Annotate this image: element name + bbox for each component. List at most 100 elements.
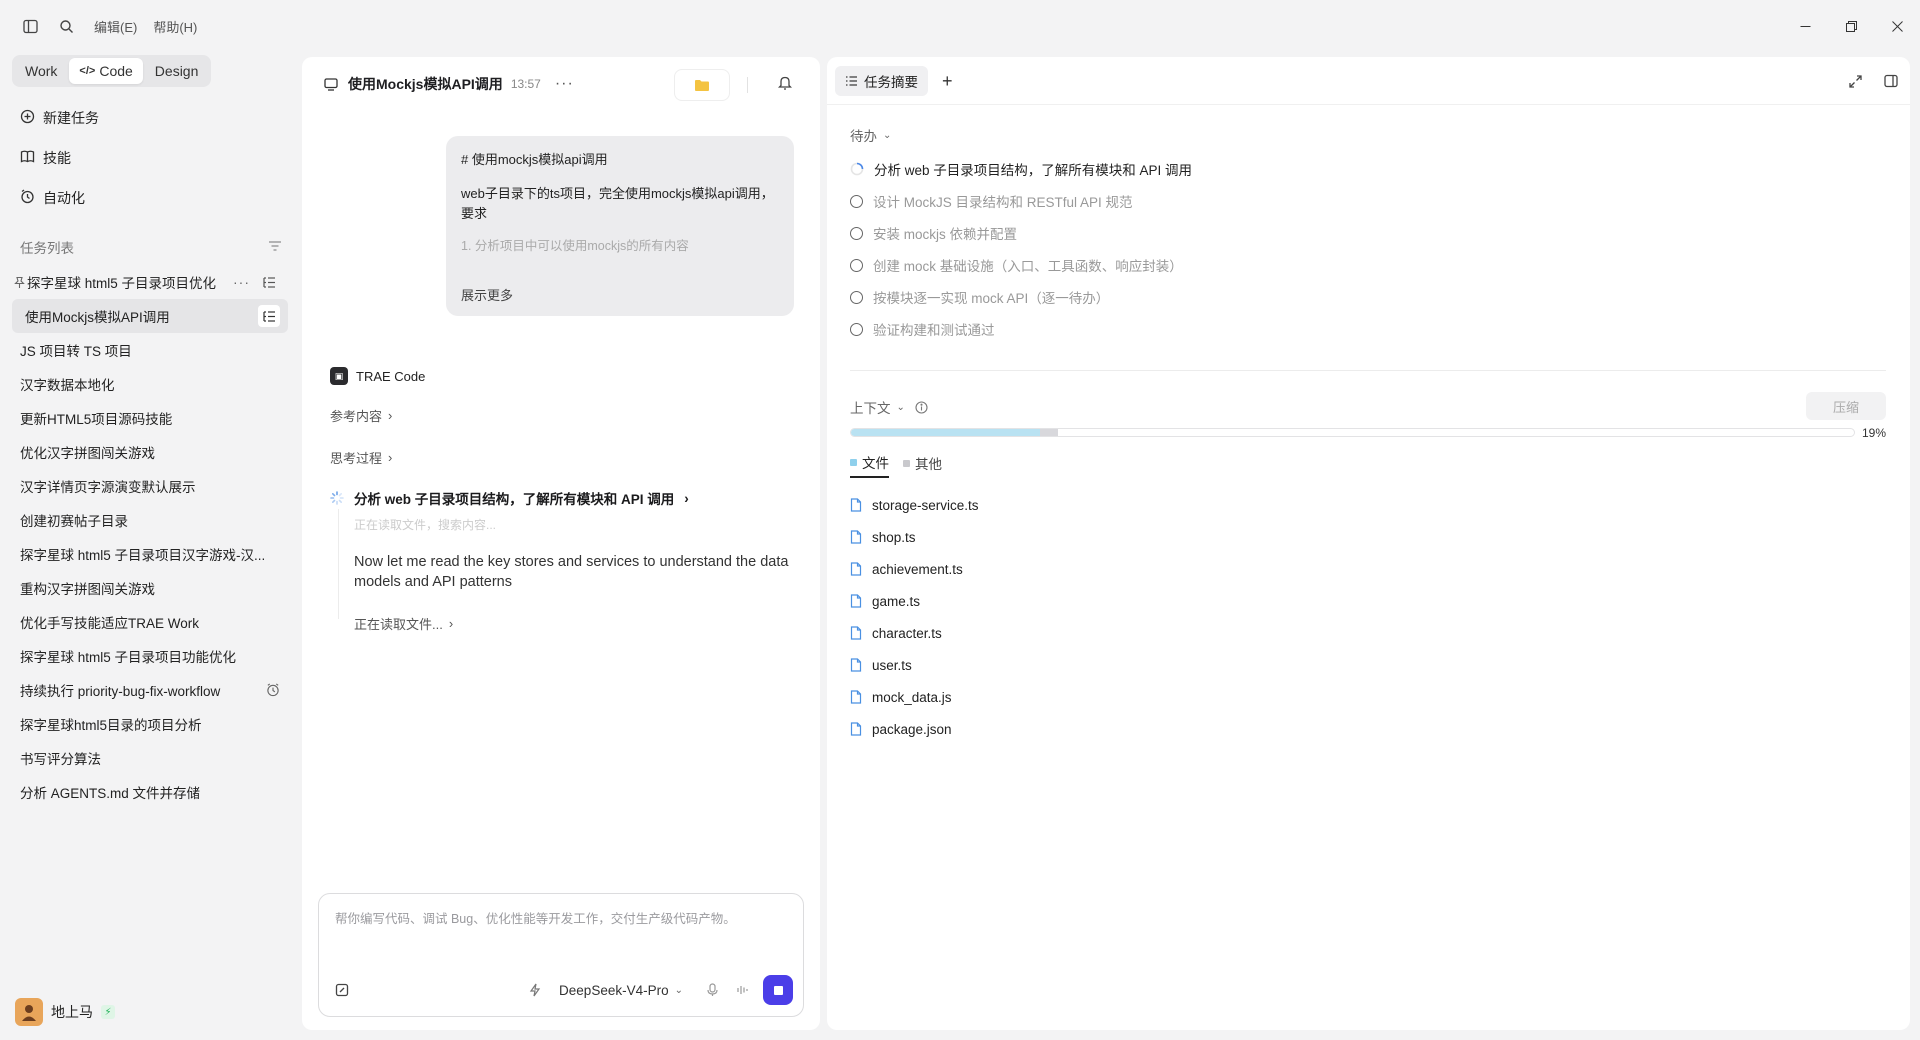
pin-icon	[14, 276, 25, 289]
task-label: 探字星球 html5 子目录项目汉字游戏-汉...	[20, 548, 266, 563]
file-item[interactable]: package.json	[850, 713, 979, 745]
file-name: mock_data.js	[872, 689, 952, 705]
user-profile[interactable]: 地上马 ⚡	[15, 998, 115, 1026]
task-label: 书写评分算法	[20, 752, 101, 767]
sidebar-nav: 新建任务 技能 自动化	[12, 98, 288, 218]
voice-wave-icon[interactable]	[736, 984, 749, 996]
mode-design-label: Design	[154, 63, 199, 79]
task-detail-icon[interactable]	[258, 305, 280, 327]
folder-button[interactable]	[674, 69, 730, 101]
reference-toggle[interactable]: 参考内容 ›	[330, 406, 392, 425]
task-item[interactable]: 探字星球 html5 子目录项目汉字游戏-汉...	[12, 537, 288, 571]
chat-input-box[interactable]: 帮你编写代码、调试 Bug、优化性能等开发工作，交付生产级代码产物。 DeepS…	[318, 893, 804, 1017]
show-more-link[interactable]: 展示更多	[461, 286, 513, 306]
model-selector[interactable]: DeepSeek-V4-Pro ⌄	[559, 983, 683, 998]
mode-design-button[interactable]: Design	[145, 58, 209, 84]
lightning-icon[interactable]	[529, 983, 541, 997]
search-icon[interactable]	[58, 18, 74, 34]
more-icon[interactable]: ···	[233, 274, 250, 290]
add-tab-icon[interactable]: +	[942, 71, 953, 92]
task-item[interactable]: 探字星球 html5 子目录项目功能优化	[12, 639, 288, 673]
task-item[interactable]: 持续执行 priority-bug-fix-workflow	[12, 673, 288, 707]
task-item[interactable]: 重构汉字拼图闯关游戏	[12, 571, 288, 605]
task-label: 优化汉字拼图闯关游戏	[20, 446, 155, 461]
mode-work-button[interactable]: Work	[15, 58, 67, 84]
microphone-icon[interactable]	[707, 983, 718, 997]
code-icon: </>	[79, 65, 96, 77]
file-name: user.ts	[872, 657, 912, 673]
file-item[interactable]: achievement.ts	[850, 553, 979, 585]
chat-input-placeholder[interactable]: 帮你编写代码、调试 Bug、优化性能等开发工作，交付生产级代码产物。	[335, 908, 736, 927]
context-tab-files[interactable]: 文件	[850, 452, 889, 478]
toggle-panel-icon[interactable]	[1884, 74, 1898, 88]
task-item[interactable]: 更新HTML5项目源码技能	[12, 401, 288, 435]
info-icon[interactable]	[915, 400, 928, 414]
step-title: 分析 web 子目录项目结构，了解所有模块和 API 调用	[354, 492, 675, 507]
more-icon[interactable]: ···	[555, 75, 574, 93]
tab-task-summary-label: 任务摘要	[864, 75, 918, 90]
task-item[interactable]: JS 项目转 TS 项目	[12, 333, 288, 367]
task-item[interactable]: 优化手写技能适应TRAE Work	[12, 605, 288, 639]
stop-button[interactable]	[763, 975, 793, 1005]
bell-icon[interactable]	[777, 75, 793, 93]
task-label: 使用Mockjs模拟API调用	[25, 310, 170, 325]
file-item[interactable]: storage-service.ts	[850, 489, 979, 521]
legend-dot	[850, 458, 857, 466]
nav-new-task[interactable]: 新建任务	[12, 98, 288, 138]
attach-icon[interactable]	[335, 983, 349, 997]
toggle-sidebar-icon[interactable]	[22, 18, 38, 34]
file-name: game.ts	[872, 593, 921, 609]
task-item-active[interactable]: 使用Mockjs模拟API调用	[12, 299, 288, 333]
todo-label: 待办	[850, 129, 877, 144]
nav-skills[interactable]: 技能	[12, 138, 288, 178]
file-item[interactable]: user.ts	[850, 649, 979, 681]
thinking-toggle[interactable]: 思考过程 ›	[330, 448, 392, 467]
task-detail-icon[interactable]	[258, 271, 280, 293]
chevron-down-icon: ⌄	[896, 401, 905, 413]
task-item[interactable]: 探字星球html5目录的项目分析	[12, 707, 288, 741]
mode-code-button[interactable]: </> Code	[69, 58, 143, 84]
file-item[interactable]: mock_data.js	[850, 681, 979, 713]
model-name: DeepSeek-V4-Pro	[559, 982, 669, 998]
file-item[interactable]: game.ts	[850, 585, 979, 617]
pending-circle-icon	[850, 226, 863, 240]
task-item[interactable]: 汉字数据本地化	[12, 367, 288, 401]
context-usage-bar	[850, 428, 1855, 437]
task-item[interactable]: 创建初赛帖子目录	[12, 503, 288, 537]
file-item[interactable]: character.ts	[850, 617, 979, 649]
expand-icon[interactable]	[1849, 74, 1862, 88]
minimize-button[interactable]	[1782, 0, 1828, 52]
task-label: 探字星球 html5 子目录项目优化	[27, 276, 217, 291]
task-label: 创建初赛帖子目录	[20, 514, 128, 529]
context-tab-other-label: 其他	[915, 457, 942, 472]
task-item[interactable]: 优化汉字拼图闯关游戏	[12, 435, 288, 469]
step-header[interactable]: 分析 web 子目录项目结构，了解所有模块和 API 调用 ›	[330, 488, 689, 508]
in-progress-icon	[850, 162, 864, 176]
file-item[interactable]: shop.ts	[850, 521, 979, 553]
menu-help[interactable]: 帮助(H)	[153, 17, 197, 36]
step-body-text: Now let me read the key stores and servi…	[354, 552, 794, 592]
task-item[interactable]: 汉字详情页字源演变默认展示	[12, 469, 288, 503]
compress-button[interactable]: 压缩	[1806, 392, 1886, 420]
file-icon	[850, 690, 862, 704]
nav-automation[interactable]: 自动化	[12, 178, 288, 218]
context-section-toggle[interactable]: 上下文 ⌄	[850, 397, 928, 417]
task-label: JS 项目转 TS 项目	[20, 344, 132, 359]
title-bar: 编辑(E) 帮助(H)	[0, 0, 1920, 52]
todo-text: 创建 mock 基础设施（入口、工具函数、响应封装）	[873, 259, 1183, 274]
task-item[interactable]: 书写评分算法	[12, 741, 288, 775]
task-list: 探字星球 html5 子目录项目优化 ··· 使用Mockjs模拟API调用 J…	[12, 265, 288, 809]
todo-text: 设计 MockJS 目录结构和 RESTful API 规范	[873, 195, 1133, 210]
task-item[interactable]: 分析 AGENTS.md 文件并存储	[12, 775, 288, 809]
context-tab-other[interactable]: 其他	[903, 452, 942, 478]
close-button[interactable]	[1874, 0, 1920, 52]
file-name: package.json	[872, 721, 952, 737]
task-item[interactable]: 探字星球 html5 子目录项目优化 ···	[12, 265, 288, 299]
tab-task-summary[interactable]: 任务摘要	[835, 66, 928, 96]
filter-icon[interactable]	[268, 240, 282, 255]
todo-section-toggle[interactable]: 待办 ⌄	[850, 125, 891, 145]
reading-files-toggle[interactable]: 正在读取文件... ›	[354, 614, 453, 633]
menu-edit[interactable]: 编辑(E)	[94, 17, 137, 36]
restore-button[interactable]	[1828, 0, 1874, 52]
step-status-faded: 正在读取文件，搜索内容...	[354, 518, 497, 532]
